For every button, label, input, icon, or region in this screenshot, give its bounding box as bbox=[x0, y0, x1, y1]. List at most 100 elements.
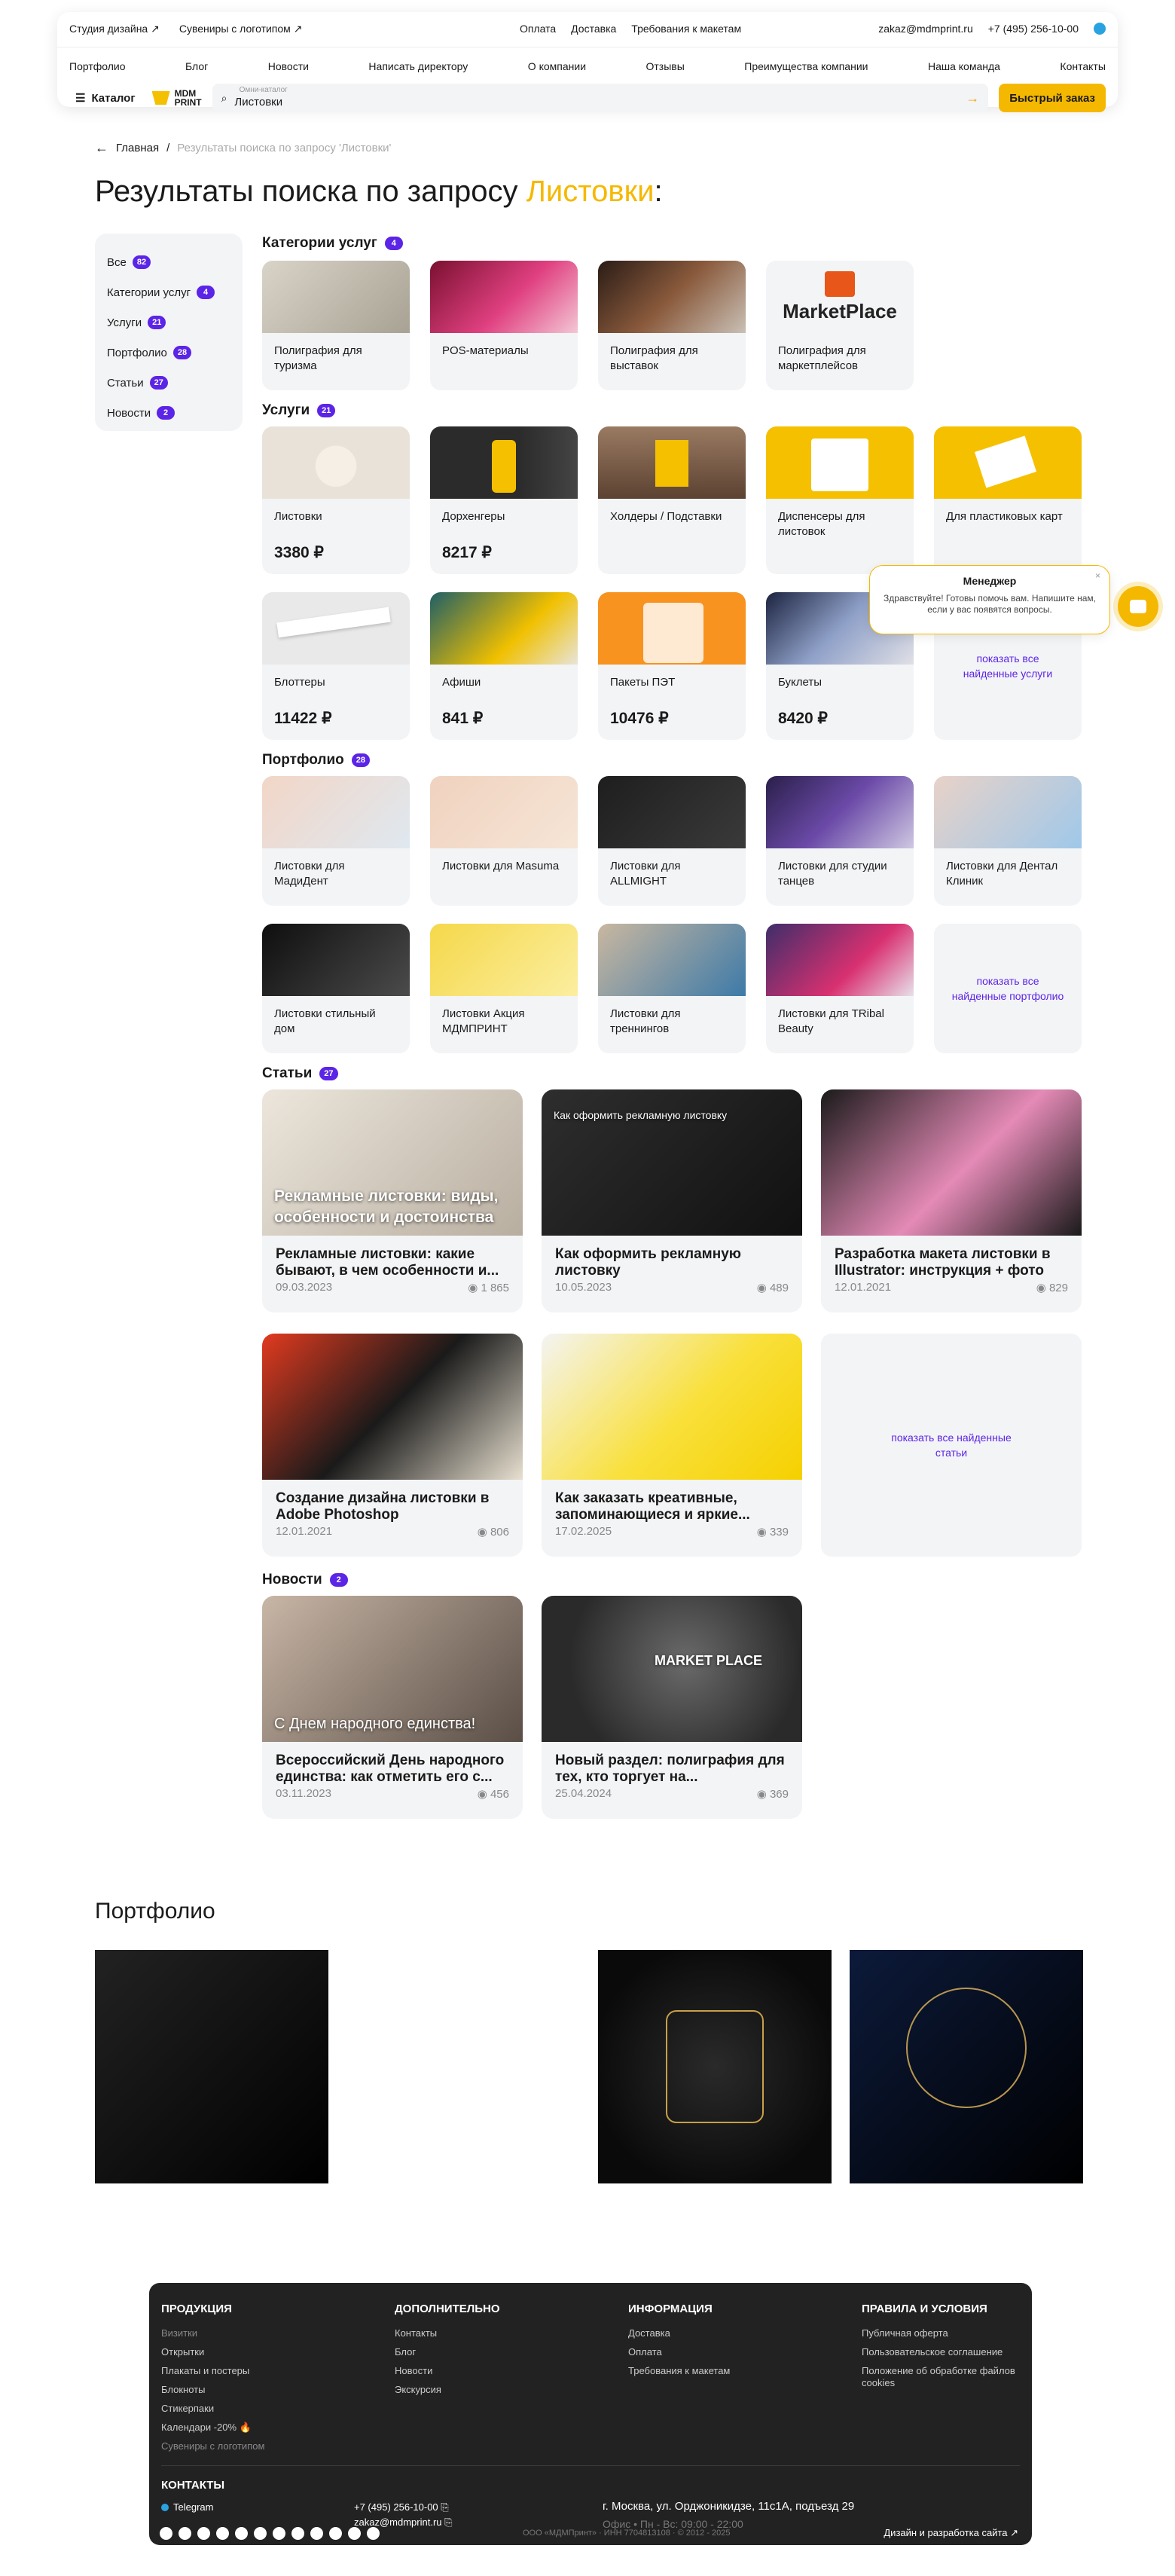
nav-team[interactable]: Наша команда bbox=[928, 60, 1000, 72]
article-card[interactable]: Рекламные листовки: виды, особенности и … bbox=[262, 1089, 523, 1312]
portfolio-card[interactable]: Листовки Акция МДМПРИНТ bbox=[430, 924, 578, 1053]
service-card[interactable]: Диспенсеры для листовок bbox=[766, 426, 914, 574]
telegram-icon[interactable] bbox=[160, 2527, 172, 2540]
footer-phone[interactable]: +7 (495) 256-10-00 ⎘ bbox=[354, 2501, 449, 2513]
nav-advantages[interactable]: Преимущества компании bbox=[744, 60, 868, 72]
footer-link[interactable]: Требования к макетам bbox=[628, 2365, 730, 2384]
portfolio-card[interactable]: Листовки для ALLMIGHT bbox=[598, 776, 746, 906]
footer-link[interactable]: Экскурсия bbox=[395, 2384, 500, 2403]
footer-link[interactable]: Контакты bbox=[395, 2327, 500, 2346]
footer-link[interactable]: Календари -20% 🔥 bbox=[161, 2422, 264, 2440]
footer-link[interactable]: Доставка bbox=[628, 2327, 730, 2346]
article-card[interactable]: Как оформить рекламную листовку Как оформ… bbox=[542, 1089, 802, 1312]
footer-telegram[interactable]: Telegram bbox=[161, 2501, 213, 2513]
site-logo[interactable]: MDM PRINT bbox=[151, 89, 202, 107]
delivery-link[interactable]: Доставка bbox=[571, 23, 616, 35]
payment-link[interactable]: Оплата bbox=[520, 23, 556, 35]
portfolio-card[interactable]: Листовки для треннингов bbox=[598, 924, 746, 1053]
dzen-icon[interactable] bbox=[254, 2527, 267, 2540]
video-icon[interactable] bbox=[348, 2527, 361, 2540]
filter-services[interactable]: Услуги 21 bbox=[107, 307, 230, 338]
back-arrow-icon[interactable]: ← bbox=[95, 140, 108, 156]
search-input[interactable]: ⌕ Омни-каталог Листовки → bbox=[212, 84, 989, 112]
filter-all[interactable]: Все 82 bbox=[107, 247, 230, 277]
category-card[interactable]: Полиграфия для туризма bbox=[262, 261, 410, 390]
service-card[interactable]: Для пластиковых карт bbox=[934, 426, 1082, 574]
service-card[interactable]: Листовки 3380 ₽ bbox=[262, 426, 410, 574]
news-card[interactable]: С Днем народного единства! Всероссийский … bbox=[262, 1596, 523, 1819]
news-card[interactable]: MARKET PLACE Новый раздел: полиграфия для… bbox=[542, 1596, 802, 1819]
design-studio-link[interactable]: Студия дизайна ↗ bbox=[69, 23, 160, 35]
souvenirs-link[interactable]: Сувениры с логотипом ↗ bbox=[179, 23, 303, 35]
footer-design-link[interactable]: Дизайн и разработка сайта ↗ bbox=[884, 2527, 1018, 2539]
pinterest-icon[interactable] bbox=[273, 2527, 285, 2540]
footer-link[interactable]: Открытки bbox=[161, 2346, 264, 2365]
chat-button[interactable] bbox=[1118, 586, 1158, 627]
show-all-articles-link[interactable]: показать все найденные статьи bbox=[821, 1334, 1082, 1557]
footer-link[interactable]: Визитки bbox=[161, 2327, 264, 2346]
youtube-icon[interactable] bbox=[216, 2527, 229, 2540]
footer-link[interactable]: Оплата bbox=[628, 2346, 730, 2365]
email-link[interactable]: zakaz@mdmprint.ru bbox=[878, 23, 972, 35]
portfolio-card[interactable]: Листовки для TRibal Beauty bbox=[766, 924, 914, 1053]
telegram-icon[interactable] bbox=[1094, 23, 1106, 35]
footer-link[interactable]: Сувениры с логотипом bbox=[161, 2440, 264, 2459]
nav-write-director[interactable]: Написать директору bbox=[368, 60, 468, 72]
tiktok-icon[interactable] bbox=[310, 2527, 323, 2540]
category-card[interactable]: Полиграфия для выставок bbox=[598, 261, 746, 390]
footer-link[interactable]: Стикерпаки bbox=[161, 2403, 264, 2422]
filter-articles[interactable]: Статьи 27 bbox=[107, 368, 230, 398]
category-card[interactable]: POS-материалы bbox=[430, 261, 578, 390]
views-count: 829 bbox=[1048, 1282, 1068, 1294]
rutube-icon[interactable] bbox=[235, 2527, 248, 2540]
service-card[interactable]: Блоттеры 11422 ₽ bbox=[262, 592, 410, 740]
email-icon[interactable] bbox=[197, 2527, 210, 2540]
footer-link[interactable]: Плакаты и постеры bbox=[161, 2365, 264, 2384]
chat-popup[interactable]: × Менеджер Здравствуйте! Готовы помочь в… bbox=[869, 565, 1110, 634]
vk-icon[interactable] bbox=[179, 2527, 191, 2540]
search-submit-icon[interactable]: → bbox=[966, 90, 979, 106]
phone-link[interactable]: +7 (495) 256-10-00 bbox=[988, 23, 1079, 35]
service-card[interactable]: Холдеры / Подставки bbox=[598, 426, 746, 574]
article-card[interactable]: Как заказать креативные, запоминающиеся … bbox=[542, 1334, 802, 1557]
behance-icon[interactable] bbox=[291, 2527, 304, 2540]
service-card[interactable]: Дорхенгеры 8217 ₽ bbox=[430, 426, 578, 574]
nav-about[interactable]: О компании bbox=[528, 60, 586, 72]
footer-link[interactable]: Новости bbox=[395, 2365, 500, 2384]
dribbble-icon[interactable] bbox=[367, 2527, 380, 2540]
portfolio-block-image[interactable] bbox=[850, 1950, 1083, 2183]
service-image bbox=[934, 426, 1082, 499]
portfolio-card[interactable]: Листовки для Дентал Клиник bbox=[934, 776, 1082, 906]
show-all-portfolio-link[interactable]: показать все найденные портфолио bbox=[934, 924, 1082, 1053]
portfolio-block-image[interactable] bbox=[598, 1950, 832, 2183]
ok-icon[interactable] bbox=[329, 2527, 342, 2540]
nav-reviews[interactable]: Отзывы bbox=[646, 60, 685, 72]
filter-news[interactable]: Новости 2 bbox=[107, 398, 230, 428]
article-card[interactable]: Разработка макета листовки в Illustrator… bbox=[821, 1089, 1082, 1312]
nav-news[interactable]: Новости bbox=[268, 60, 309, 72]
catalog-button[interactable]: ☰ Каталог bbox=[69, 91, 142, 105]
nav-contacts[interactable]: Контакты bbox=[1060, 60, 1105, 72]
portfolio-card[interactable]: Листовки для Masuma bbox=[430, 776, 578, 906]
nav-portfolio[interactable]: Портфолио bbox=[69, 60, 126, 72]
footer-link[interactable]: Блокноты bbox=[161, 2384, 264, 2403]
close-icon[interactable]: × bbox=[1095, 570, 1100, 581]
portfolio-card[interactable]: Листовки для МадиДент bbox=[262, 776, 410, 906]
article-card[interactable]: Создание дизайна листовки в Adobe Photos… bbox=[262, 1334, 523, 1557]
footer-link[interactable]: Публичная оферта bbox=[862, 2327, 1027, 2346]
portfolio-card[interactable]: Листовки стильный дом bbox=[262, 924, 410, 1053]
nav-blog[interactable]: Блог bbox=[185, 60, 208, 72]
filter-categories[interactable]: Категории услуг 4 bbox=[107, 277, 230, 307]
service-card[interactable]: Афиши 841 ₽ bbox=[430, 592, 578, 740]
footer-link[interactable]: Положение об обработке файлов cookies bbox=[862, 2365, 1027, 2389]
portfolio-block-image[interactable] bbox=[95, 1950, 328, 2183]
footer-link[interactable]: Блог bbox=[395, 2346, 500, 2365]
portfolio-card[interactable]: Листовки для студии танцев bbox=[766, 776, 914, 906]
service-card[interactable]: Пакеты ПЭТ 10476 ₽ bbox=[598, 592, 746, 740]
quick-order-button[interactable]: Быстрый заказ bbox=[999, 84, 1106, 112]
footer-link[interactable]: Пользовательское соглашение bbox=[862, 2346, 1027, 2365]
requirements-link[interactable]: Требования к макетам bbox=[631, 23, 741, 35]
filter-portfolio[interactable]: Портфолио 28 bbox=[107, 338, 230, 368]
category-card[interactable]: MarketPlace Полиграфия для маркетплейсов bbox=[766, 261, 914, 390]
breadcrumb-home[interactable]: Главная bbox=[116, 142, 159, 154]
